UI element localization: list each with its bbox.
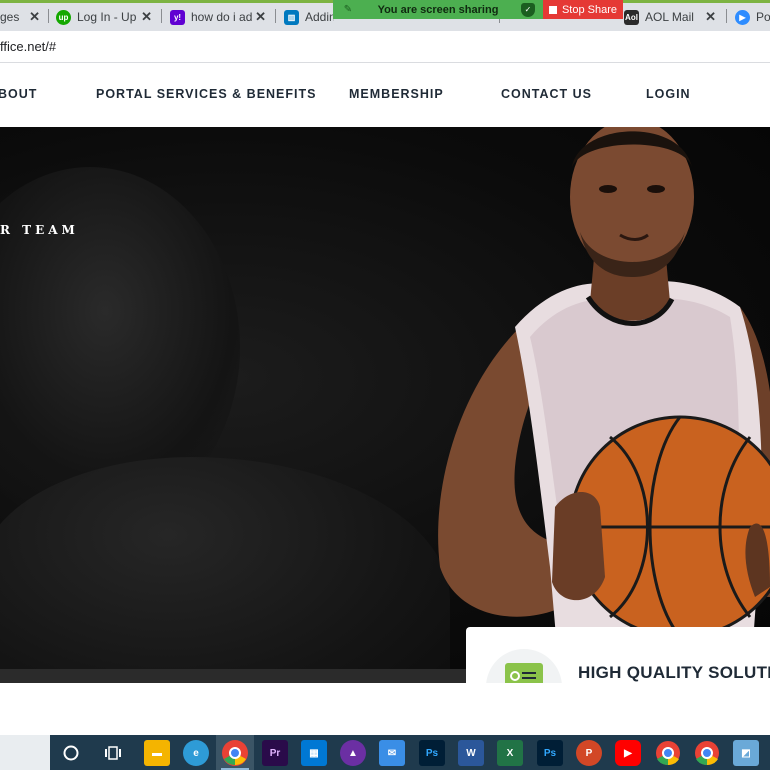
nav-membership[interactable]: MEMBERSHIP: [349, 87, 444, 101]
close-tab-icon[interactable]: ✕: [705, 9, 716, 25]
chrome-3-icon[interactable]: [694, 740, 720, 766]
excel-icon[interactable]: X: [497, 740, 523, 766]
page-content-area: [0, 683, 770, 735]
id-card-icon: [505, 663, 543, 683]
screen-sharing-bar: ✎ You are screen sharing ✓: [333, 0, 543, 19]
tab-title: Po: [756, 10, 770, 24]
tab-title: Adding: [305, 10, 334, 24]
browser-tab[interactable]: y! how do i ad ✕: [170, 3, 272, 31]
stop-share-label: Stop Share: [561, 3, 618, 16]
cortana-icon[interactable]: [58, 740, 84, 766]
browser-tab[interactable]: ges ✕: [0, 3, 46, 31]
tab-separator: [275, 9, 276, 23]
browser-tab[interactable]: ▥ Adding: [284, 3, 334, 31]
feature-icon-circle: [486, 649, 562, 683]
browser-tab[interactable]: Aol AOL Mail ✕: [624, 3, 722, 31]
zoom-icon: ▶: [735, 9, 750, 25]
basketball-player-image: [438, 127, 770, 683]
pin-icon[interactable]: ✎: [341, 4, 355, 15]
nav-about[interactable]: BOUT: [0, 87, 37, 101]
hero-background-shoulder: [0, 457, 450, 683]
close-tab-icon[interactable]: ✕: [141, 9, 152, 25]
screen-sharing-message: You are screen sharing: [377, 3, 499, 16]
stop-icon: [548, 5, 557, 14]
close-tab-icon[interactable]: ✕: [29, 9, 40, 25]
mail-icon[interactable]: ✉: [379, 740, 405, 766]
chrome-icon[interactable]: [222, 740, 248, 766]
site-navigation: BOUT PORTAL SERVICES & BENEFITS MEMBERSH…: [0, 63, 770, 127]
task-view-icon[interactable]: [100, 740, 126, 766]
file-explorer-icon[interactable]: ▬: [144, 740, 170, 766]
notes-icon[interactable]: ◩: [733, 740, 759, 766]
photoshop-icon[interactable]: Ps: [419, 740, 445, 766]
shield-icon: ✓: [521, 2, 535, 17]
tab-separator: [161, 9, 162, 23]
hero-banner: R TEAM: [0, 127, 770, 683]
nav-contact-us[interactable]: CONTACT US: [501, 87, 592, 101]
browser-tab[interactable]: ▶ Po: [735, 3, 770, 31]
photoshop-2-icon[interactable]: Ps: [537, 740, 563, 766]
powerpoint-icon[interactable]: P: [576, 740, 602, 766]
yahoo-icon: y!: [170, 9, 185, 25]
nav-portal-services[interactable]: PORTAL SERVICES & BENEFITS: [96, 87, 316, 101]
affinity-icon[interactable]: ▲: [340, 740, 366, 766]
nav-login[interactable]: LOGIN: [646, 87, 691, 101]
tab-separator: [726, 9, 727, 23]
word-icon[interactable]: W: [458, 740, 484, 766]
address-bar[interactable]: ffice.net/#: [0, 31, 770, 63]
url-text[interactable]: ffice.net/#: [0, 39, 56, 54]
feature-title: HIGH QUALITY SOLUTION: [578, 663, 770, 682]
store-icon[interactable]: ▦: [301, 740, 327, 766]
premiere-icon[interactable]: Pr: [262, 740, 288, 766]
close-tab-icon[interactable]: ✕: [255, 9, 266, 25]
edge-icon[interactable]: e: [183, 740, 209, 766]
windows-taskbar: ▬ e Pr ▦ ▲ ✉ Ps W X Ps P ▶ ◩: [0, 735, 770, 770]
aol-icon: Aol: [624, 9, 639, 25]
chrome-2-icon[interactable]: [655, 740, 681, 766]
browser-tab[interactable]: up Log In - Up ✕: [56, 3, 158, 31]
taskbar-search-area[interactable]: [0, 735, 50, 770]
trello-icon: ▥: [284, 9, 299, 25]
youtube-icon[interactable]: ▶: [615, 740, 641, 766]
tab-separator: [48, 9, 49, 23]
stop-share-button[interactable]: Stop Share: [543, 0, 623, 19]
feature-card: HIGH QUALITY SOLUTION: [466, 627, 770, 683]
hero-tagline: R TEAM: [0, 223, 79, 237]
upwork-icon: up: [56, 9, 71, 25]
